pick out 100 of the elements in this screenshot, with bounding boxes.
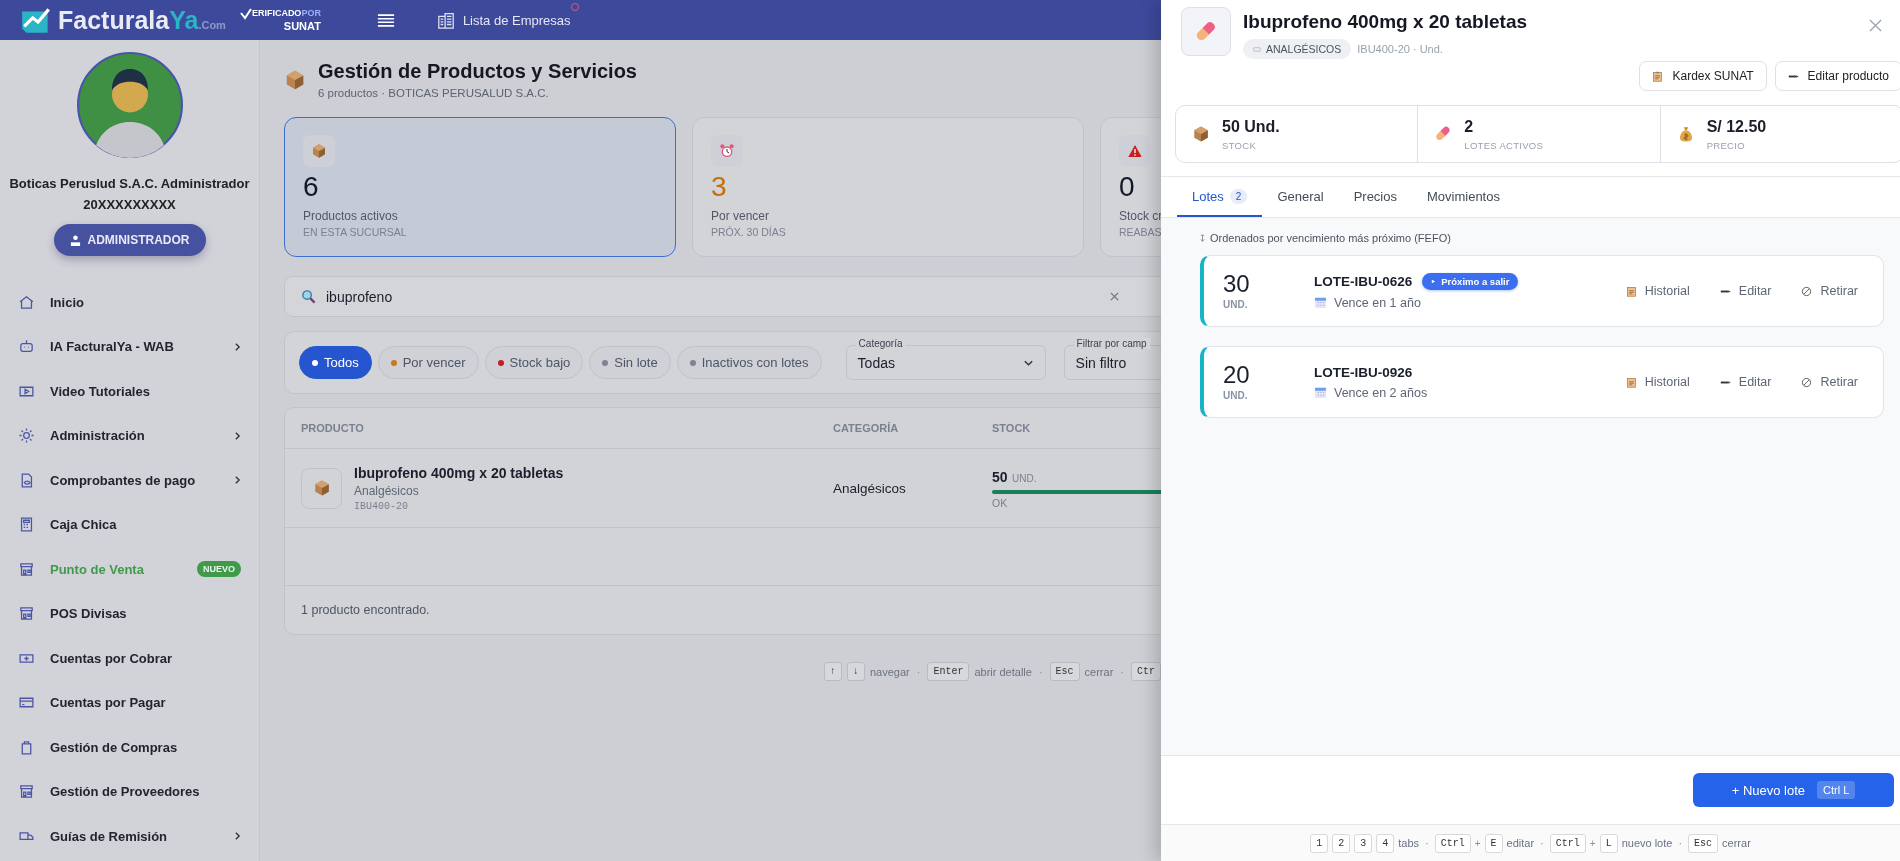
tab[interactable]: Precios bbox=[1338, 177, 1412, 217]
category-tag: ANALGÉSICOS bbox=[1243, 39, 1352, 59]
profile-ruc: 20XXXXXXXXX bbox=[83, 197, 176, 212]
stat-sublabel: PRÓX. 30 DÍAS bbox=[711, 226, 787, 238]
key-cap: Ctrl bbox=[1434, 833, 1471, 853]
store-icon bbox=[18, 560, 35, 578]
tag-icon bbox=[1253, 46, 1261, 52]
lot-action-link[interactable]: Retirar bbox=[1801, 284, 1858, 298]
separator-dot: · bbox=[1038, 665, 1043, 678]
product-name[interactable]: Ibuprofeno 400mg x 20 tabletas bbox=[354, 464, 564, 481]
action-button[interactable]: Editar producto bbox=[1774, 61, 1900, 91]
filter-chip[interactable]: Sin lote bbox=[589, 346, 671, 379]
calendar-icon bbox=[1314, 296, 1327, 309]
store-icon bbox=[18, 605, 35, 623]
building-icon bbox=[436, 11, 455, 29]
stat-label: Productos activos bbox=[303, 209, 399, 223]
filter-chip[interactable]: Inactivos con lotes bbox=[676, 346, 822, 379]
key-cap: Esc bbox=[1688, 833, 1719, 853]
status-badge: Próximo a salir bbox=[1422, 272, 1519, 290]
calendar-icon bbox=[1314, 386, 1327, 399]
select-value: Sin filtro bbox=[1075, 354, 1128, 371]
hint-text: editar bbox=[1506, 837, 1535, 849]
lot-action-link[interactable]: Editar bbox=[1719, 375, 1772, 389]
close-icon[interactable] bbox=[1869, 19, 1882, 32]
key-cap: L bbox=[1599, 833, 1618, 853]
filter-chip[interactable]: Por vencer bbox=[377, 346, 479, 379]
box-icon bbox=[284, 68, 306, 91]
tab[interactable]: Movimientos bbox=[1412, 177, 1515, 217]
sidebar-item[interactable]: Administración bbox=[0, 413, 259, 458]
logo[interactable]: FacturalaYa.Com bbox=[20, 5, 226, 35]
lot-action-link[interactable]: Historial bbox=[1625, 284, 1690, 298]
search-bar[interactable]: ibuprofeno bbox=[284, 276, 1161, 317]
sidebar-item[interactable]: Comprobantes de pago bbox=[0, 458, 259, 503]
key-cap: 1 bbox=[1310, 833, 1329, 853]
key-cap: Enter bbox=[927, 662, 970, 681]
lot-quantity: 20 bbox=[1223, 363, 1251, 387]
sidebar-item[interactable]: Gestión de Compras bbox=[0, 725, 259, 770]
sort-icon bbox=[1200, 233, 1205, 243]
search-icon bbox=[301, 289, 316, 304]
stat-card[interactable]: 6 Productos activos EN ESTA SUCURSAL bbox=[284, 117, 676, 257]
count-badge: 2 bbox=[1229, 188, 1248, 204]
ban-icon bbox=[1801, 285, 1813, 297]
product-sku: IBU400-20 bbox=[354, 500, 409, 512]
page-title: Gestión de Productos y Servicios bbox=[318, 60, 637, 83]
new-badge: NUEVO bbox=[197, 561, 241, 578]
lot-unit: UND. bbox=[1223, 299, 1249, 310]
product-category: Analgésicos bbox=[354, 483, 420, 498]
summary-value: 2 bbox=[1464, 117, 1475, 136]
expiry-text: Vence en 1 año bbox=[1334, 295, 1421, 310]
home-icon bbox=[18, 293, 35, 311]
sidebar-item[interactable]: Gestión de Proveedores bbox=[0, 769, 259, 814]
sidebar-item[interactable]: Cuentas por Pagar bbox=[0, 680, 259, 725]
lot-action-link[interactable]: Historial bbox=[1625, 375, 1690, 389]
new-lot-button[interactable]: + Nuevo lote Ctrl L bbox=[1693, 773, 1894, 807]
stat-value: 3 bbox=[711, 171, 728, 203]
sidebar-item[interactable]: Caja Chica bbox=[0, 502, 259, 547]
hint-text: nuevo lote bbox=[1621, 837, 1673, 849]
lot-action-link[interactable]: Editar bbox=[1719, 284, 1772, 298]
column-header: PRODUCTO bbox=[301, 422, 365, 434]
person-icon bbox=[69, 234, 81, 246]
stat-card[interactable]: 3 Por vencer PRÓX. 30 DÍAS bbox=[692, 117, 1084, 257]
chevron-down-icon bbox=[1022, 358, 1034, 367]
key-cap: 4 bbox=[1376, 833, 1395, 853]
role-button[interactable]: ADMINISTRADOR bbox=[53, 224, 206, 256]
summary-value: 50 Und. bbox=[1222, 117, 1280, 136]
stat-label: Por vencer bbox=[711, 209, 771, 223]
table-cell-text: Analgésicos bbox=[833, 480, 907, 496]
separator-dot: · bbox=[1678, 837, 1683, 849]
clipboard-icon bbox=[1652, 70, 1664, 82]
clear-icon[interactable] bbox=[1109, 291, 1120, 302]
sidebar-item[interactable]: POS Divisas bbox=[0, 591, 259, 636]
select-label: Filtrar por camp bbox=[1073, 338, 1150, 349]
tab[interactable]: General bbox=[1262, 177, 1339, 217]
hint-text: tabs bbox=[1398, 837, 1419, 849]
plus-sign: + bbox=[1474, 837, 1481, 849]
verified-badge: ERIFICADOPOR SUNAT bbox=[239, 7, 321, 33]
clipboard-icon bbox=[1625, 285, 1637, 297]
sidebar-item[interactable]: Video Tutoriales bbox=[0, 369, 259, 414]
key-cap: ↑ bbox=[823, 662, 842, 681]
sidebar-item[interactable]: IA FacturalYa - WAB bbox=[0, 324, 259, 369]
search-field[interactable]: ibuprofeno bbox=[324, 287, 1101, 306]
expiry-text: Vence en 2 años bbox=[1334, 385, 1428, 400]
key-cap: Ctrl bbox=[1549, 833, 1586, 853]
clipboard-icon bbox=[1625, 376, 1637, 388]
category-select[interactable]: Categoría Todas bbox=[845, 336, 1046, 380]
store-icon bbox=[18, 783, 35, 801]
select-value: Todas bbox=[857, 354, 896, 371]
action-button[interactable]: Kardex SUNAT bbox=[1639, 61, 1767, 91]
lot-action-link[interactable]: Retirar bbox=[1801, 375, 1858, 389]
filter-chip[interactable]: Stock bajo bbox=[484, 346, 584, 379]
key-cap: 2 bbox=[1332, 833, 1351, 853]
lot-code: LOTE-IBU-0926 bbox=[1314, 364, 1413, 380]
box-icon bbox=[312, 479, 331, 497]
sidebar-item[interactable]: Inicio bbox=[0, 280, 259, 325]
filter-chip[interactable]: Todos bbox=[299, 346, 372, 379]
companies-link[interactable]: Lista de Empresas bbox=[462, 12, 571, 28]
sidebar-item[interactable]: Guías de Remisión bbox=[0, 814, 259, 859]
plus-sign: + bbox=[1589, 837, 1596, 849]
menu-icon[interactable] bbox=[376, 12, 395, 28]
sidebar-item[interactable]: Cuentas por Cobrar bbox=[0, 636, 259, 681]
